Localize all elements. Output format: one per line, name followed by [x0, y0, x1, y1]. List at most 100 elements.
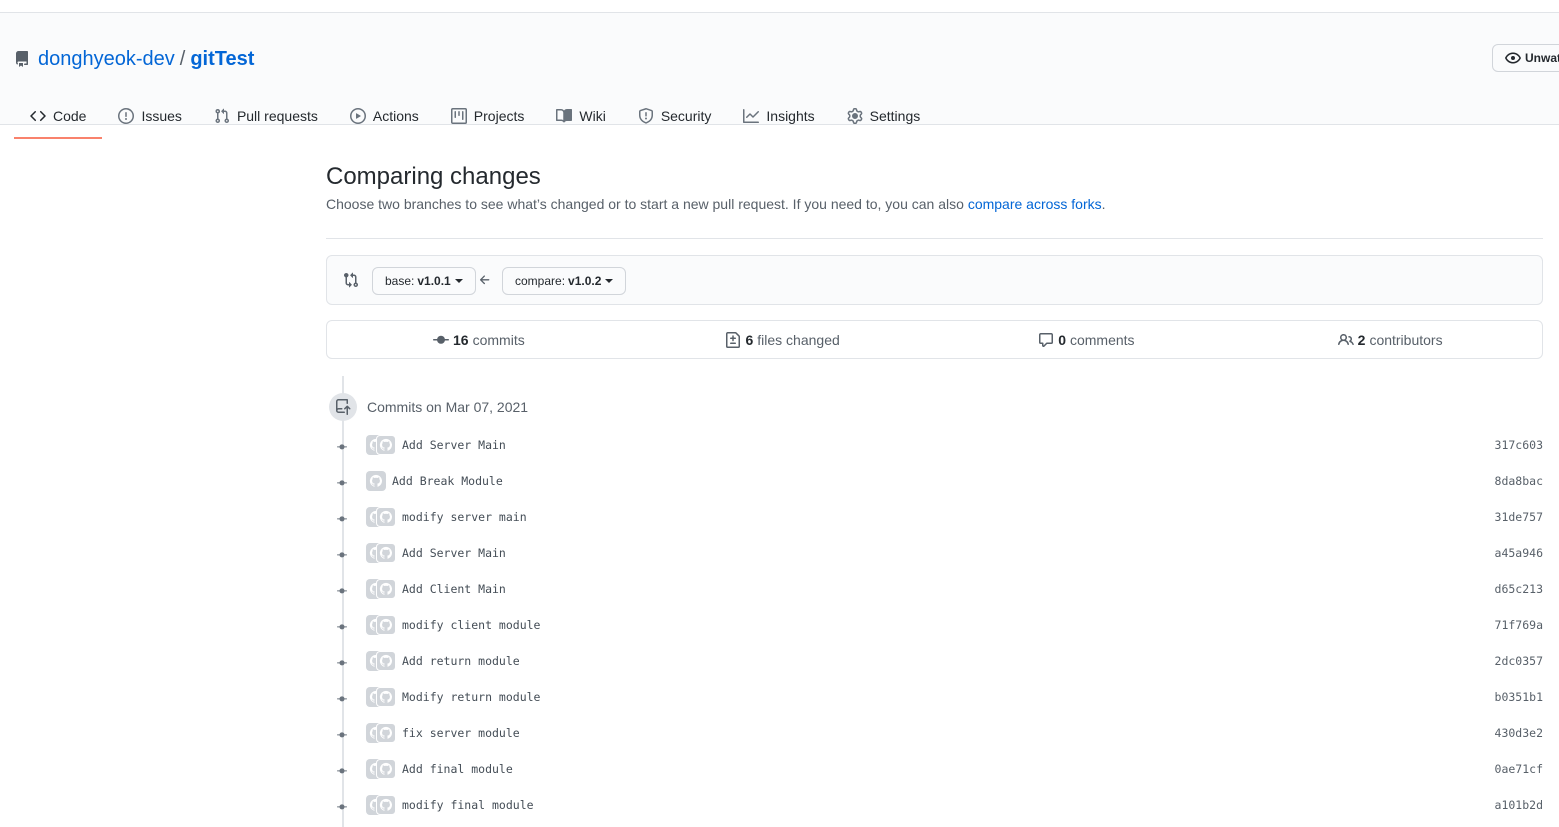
commit-sha-link[interactable]: 0ae71cf — [1495, 762, 1543, 776]
unwatch-label: Unwat — [1525, 51, 1559, 65]
commit-avatars[interactable] — [366, 507, 396, 527]
tab-insights[interactable]: Insights — [727, 93, 830, 138]
commits-stat[interactable]: 16 commits — [327, 321, 631, 358]
compare-branch-select[interactable]: compare: v1.0.2 — [502, 267, 627, 295]
commit-row: Add return module 2dc0357 — [326, 645, 1543, 681]
avatar[interactable] — [366, 471, 386, 491]
files-count: 6 — [745, 331, 754, 348]
repo-name-link[interactable]: gitTest — [190, 48, 254, 71]
commit-avatars[interactable] — [366, 579, 396, 599]
avatar[interactable] — [376, 723, 396, 743]
tab-label: Security — [660, 107, 712, 124]
commit-avatars[interactable] — [366, 759, 396, 779]
commit-message-link[interactable]: Add Server Main — [402, 438, 506, 452]
page-title: Comparing changes — [326, 163, 541, 190]
commit-message-link[interactable]: fix server module — [402, 726, 520, 740]
commit-sha-link[interactable]: 31de757 — [1495, 510, 1543, 524]
repo-owner-link[interactable]: donghyeok-dev — [38, 48, 175, 71]
commit-message-link[interactable]: modify server main — [402, 510, 527, 524]
base-branch-select[interactable]: base: v1.0.1 — [372, 267, 476, 295]
avatar[interactable] — [376, 615, 396, 635]
commit-row: Modify return module b0351b1 — [326, 681, 1543, 717]
tab-code[interactable]: Code — [14, 93, 103, 139]
tab-settings[interactable]: Settings — [831, 93, 937, 138]
branch-range-editor: base: v1.0.1 compare: v1.0.2 — [326, 255, 1543, 305]
commit-sha-link[interactable]: a45a946 — [1495, 546, 1543, 560]
contributors-stat[interactable]: 2 contributors — [1238, 321, 1542, 358]
commit-avatars[interactable] — [366, 471, 386, 491]
compare-across-forks-link[interactable]: compare across forks — [968, 196, 1102, 212]
compare-value: v1.0.2 — [568, 274, 602, 288]
commit-avatars[interactable] — [366, 615, 396, 635]
avatar[interactable] — [376, 759, 396, 779]
files-label: files changed — [757, 331, 840, 348]
base-label: base: — [385, 274, 415, 288]
tab-label: Wiki — [579, 107, 606, 124]
avatar[interactable] — [376, 543, 396, 563]
tab-issues[interactable]: Issues — [102, 93, 197, 138]
page-description: Choose two branches to see what’s change… — [326, 196, 1106, 212]
commit-message-link[interactable]: Add final module — [402, 762, 513, 776]
people-icon — [1337, 333, 1354, 345]
book-icon — [556, 108, 573, 122]
commit-dot-icon — [337, 516, 347, 522]
commit-dot-icon — [337, 624, 347, 630]
files-changed-stat[interactable]: 6 files changed — [631, 321, 935, 358]
tab-projects[interactable]: Projects — [435, 93, 541, 138]
commit-message-link[interactable]: modify client module — [402, 618, 540, 632]
base-value: v1.0.1 — [417, 274, 451, 288]
repo-nav-tabs: Code Issues Pull requests Actions Projec… — [14, 93, 937, 139]
chevron-down-icon — [454, 279, 463, 283]
commit-sha-link[interactable]: 71f769a — [1495, 618, 1543, 632]
chevron-down-icon — [605, 279, 614, 283]
commit-dot-icon — [337, 768, 347, 774]
commit-avatars[interactable] — [366, 435, 396, 455]
commit-avatars[interactable] — [366, 795, 396, 815]
comments-stat[interactable]: 0 comments — [935, 321, 1239, 358]
contributors-count: 2 — [1357, 331, 1366, 348]
commit-sha-link[interactable]: 317c603 — [1495, 438, 1543, 452]
file-diff-icon — [726, 331, 741, 348]
repo-separator: / — [179, 47, 186, 70]
avatar[interactable] — [376, 507, 396, 527]
avatar[interactable] — [376, 435, 396, 455]
avatar[interactable] — [376, 579, 396, 599]
commit-message-link[interactable]: Add Server Main — [402, 546, 506, 560]
git-compare-icon — [344, 272, 359, 288]
commit-message-link[interactable]: Add Break Module — [392, 474, 503, 488]
unwatch-button[interactable]: Unwat — [1492, 44, 1559, 72]
commit-sha-link[interactable]: 2dc0357 — [1495, 654, 1543, 668]
tab-security[interactable]: Security — [622, 93, 728, 138]
shield-icon — [638, 107, 653, 124]
commit-row: modify client module 71f769a — [326, 609, 1543, 645]
commit-sha-link[interactable]: 8da8bac — [1495, 474, 1543, 488]
tab-label: Projects — [473, 107, 525, 124]
commit-avatars[interactable] — [366, 723, 396, 743]
description-text: Choose two branches to see what’s change… — [326, 196, 968, 212]
commit-message-link[interactable]: Add Client Main — [402, 582, 506, 596]
avatar[interactable] — [376, 651, 396, 671]
commit-dot-icon — [337, 660, 347, 666]
commit-avatars[interactable] — [366, 651, 396, 671]
eye-icon — [1505, 52, 1521, 64]
commit-sha-link[interactable]: a101b2d — [1495, 798, 1543, 812]
avatar[interactable] — [376, 795, 396, 815]
avatar[interactable] — [376, 687, 396, 707]
tab-actions[interactable]: Actions — [334, 93, 435, 138]
tab-wiki[interactable]: Wiki — [540, 93, 621, 138]
commit-row: Add final module 0ae71cf — [326, 753, 1543, 789]
commit-avatars[interactable] — [366, 687, 396, 707]
commit-sha-link[interactable]: b0351b1 — [1495, 690, 1543, 704]
commits-count: 16 — [453, 331, 469, 348]
commit-avatars[interactable] — [366, 543, 396, 563]
pull-request-icon — [215, 108, 229, 123]
commit-message-link[interactable]: modify final module — [402, 798, 534, 812]
commit-message-link[interactable]: Add return module — [402, 654, 520, 668]
tab-label: Pull requests — [236, 107, 318, 124]
commit-icon — [433, 335, 450, 344]
commit-sha-link[interactable]: 430d3e2 — [1495, 726, 1543, 740]
tab-pull-requests[interactable]: Pull requests — [198, 93, 334, 138]
commit-message-link[interactable]: Modify return module — [402, 690, 540, 704]
commit-sha-link[interactable]: d65c213 — [1495, 582, 1543, 596]
repo-icon — [15, 51, 28, 67]
